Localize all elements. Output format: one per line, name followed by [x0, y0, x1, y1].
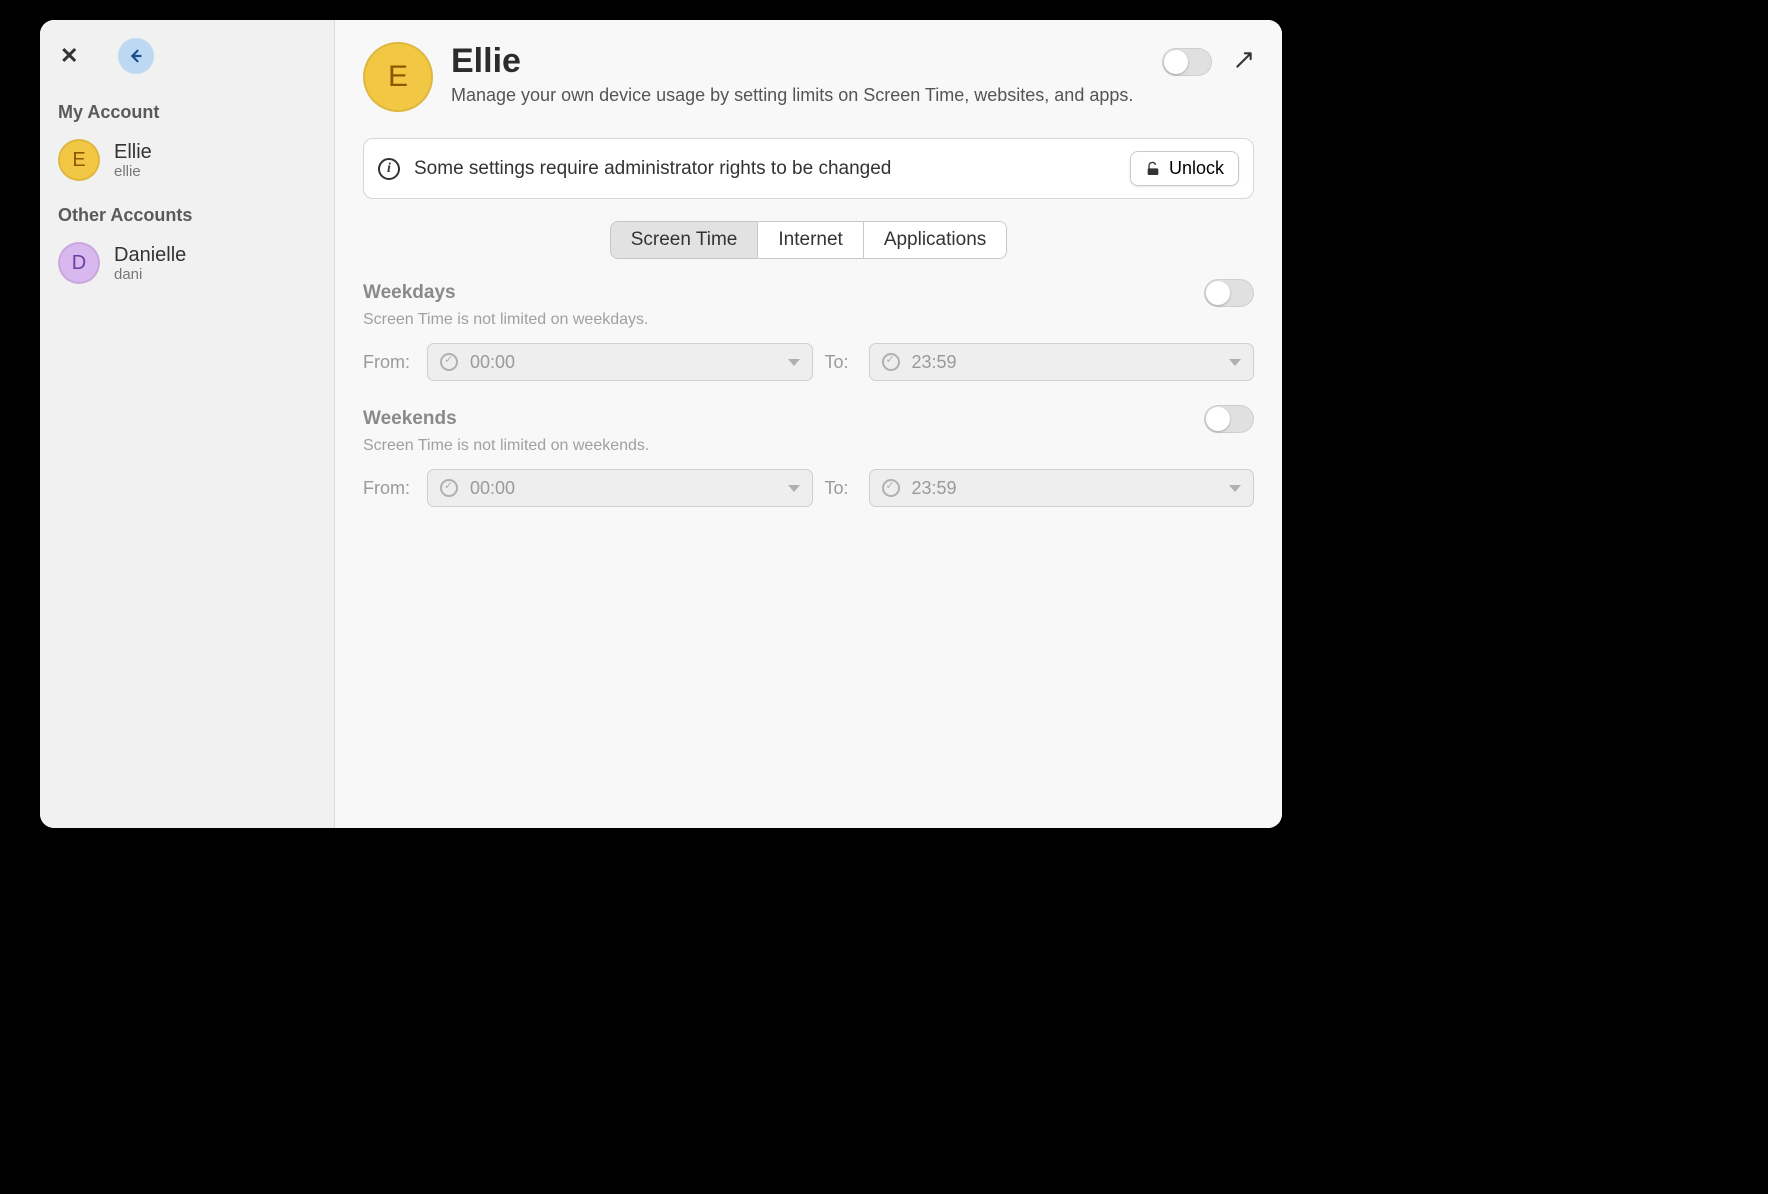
settings-window: ✕ My Account E Ellie ellie Other Account…	[40, 20, 1282, 828]
sidebar-top-controls: ✕	[54, 38, 320, 74]
weekends-title: Weekends	[363, 408, 457, 430]
toggle-knob	[1164, 50, 1188, 74]
account-username: ellie	[114, 163, 152, 180]
weekdays-title: Weekdays	[363, 282, 456, 304]
master-toggle[interactable]	[1162, 48, 1212, 76]
weekdays-toggle[interactable]	[1204, 279, 1254, 307]
tab-internet[interactable]: Internet	[758, 222, 863, 258]
clock-icon	[440, 479, 458, 497]
time-value: 23:59	[912, 478, 957, 499]
unlock-button[interactable]: Unlock	[1130, 151, 1239, 186]
time-value: 00:00	[470, 478, 515, 499]
arrow-left-icon	[127, 47, 145, 65]
weekends-block: Weekends Screen Time is not limited on w…	[363, 405, 1254, 507]
page-title: Ellie	[451, 42, 1144, 81]
close-icon[interactable]: ✕	[60, 45, 78, 67]
admin-rights-banner: i Some settings require administrator ri…	[363, 138, 1254, 199]
toggle-knob	[1206, 407, 1230, 431]
to-label: To:	[825, 352, 857, 373]
tab-group: Screen Time Internet Applications	[610, 221, 1008, 259]
account-text: Ellie ellie	[114, 141, 152, 180]
weekends-toggle[interactable]	[1204, 405, 1254, 433]
from-label: From:	[363, 478, 415, 499]
weekends-subtitle: Screen Time is not limited on weekends.	[363, 437, 1254, 455]
info-icon: i	[378, 158, 400, 180]
weekends-from-input[interactable]: 00:00	[427, 469, 813, 507]
main-panel: E Ellie Manage your own device usage by …	[335, 20, 1282, 828]
toggle-knob	[1206, 281, 1230, 305]
tab-applications[interactable]: Applications	[864, 222, 1006, 258]
weekdays-from-input[interactable]: 00:00	[427, 343, 813, 381]
from-label: From:	[363, 352, 415, 373]
sidebar-item-other-account[interactable]: D Danielle dani	[54, 236, 320, 298]
weekends-time-row: From: 00:00 To: 23:59	[363, 469, 1254, 507]
account-username: dani	[114, 266, 186, 283]
chevron-down-icon	[788, 359, 800, 366]
weekdays-subtitle: Screen Time is not limited on weekdays.	[363, 311, 1254, 329]
tabs: Screen Time Internet Applications	[363, 221, 1254, 259]
unlock-icon	[1145, 161, 1161, 177]
banner-text: Some settings require administrator righ…	[414, 158, 1116, 180]
my-account-label: My Account	[58, 102, 320, 123]
block-head: Weekends	[363, 405, 1254, 433]
clock-icon	[440, 353, 458, 371]
page-subtitle: Manage your own device usage by setting …	[451, 85, 1144, 106]
weekdays-block: Weekdays Screen Time is not limited on w…	[363, 279, 1254, 381]
header-controls	[1162, 42, 1254, 76]
expand-icon[interactable]	[1234, 50, 1254, 75]
avatar: E	[363, 42, 433, 112]
clock-icon	[882, 479, 900, 497]
to-label: To:	[825, 478, 857, 499]
weekdays-to-input[interactable]: 23:59	[869, 343, 1255, 381]
back-button[interactable]	[118, 38, 154, 74]
chevron-down-icon	[1229, 359, 1241, 366]
account-text: Danielle dani	[114, 244, 186, 283]
time-value: 23:59	[912, 352, 957, 373]
tab-screen-time[interactable]: Screen Time	[611, 222, 759, 258]
sidebar-item-my-account[interactable]: E Ellie ellie	[54, 133, 320, 195]
unlock-label: Unlock	[1169, 158, 1224, 179]
weekends-to-input[interactable]: 23:59	[869, 469, 1255, 507]
avatar: E	[58, 139, 100, 181]
weekdays-time-row: From: 00:00 To: 23:59	[363, 343, 1254, 381]
time-value: 00:00	[470, 352, 515, 373]
account-name: Danielle	[114, 244, 186, 266]
avatar: D	[58, 242, 100, 284]
sidebar: ✕ My Account E Ellie ellie Other Account…	[40, 20, 335, 828]
chevron-down-icon	[1229, 485, 1241, 492]
other-accounts-label: Other Accounts	[58, 205, 320, 226]
block-head: Weekdays	[363, 279, 1254, 307]
clock-icon	[882, 353, 900, 371]
title-block: Ellie Manage your own device usage by se…	[451, 42, 1144, 106]
page-header: E Ellie Manage your own device usage by …	[363, 42, 1254, 112]
account-name: Ellie	[114, 141, 152, 163]
chevron-down-icon	[788, 485, 800, 492]
